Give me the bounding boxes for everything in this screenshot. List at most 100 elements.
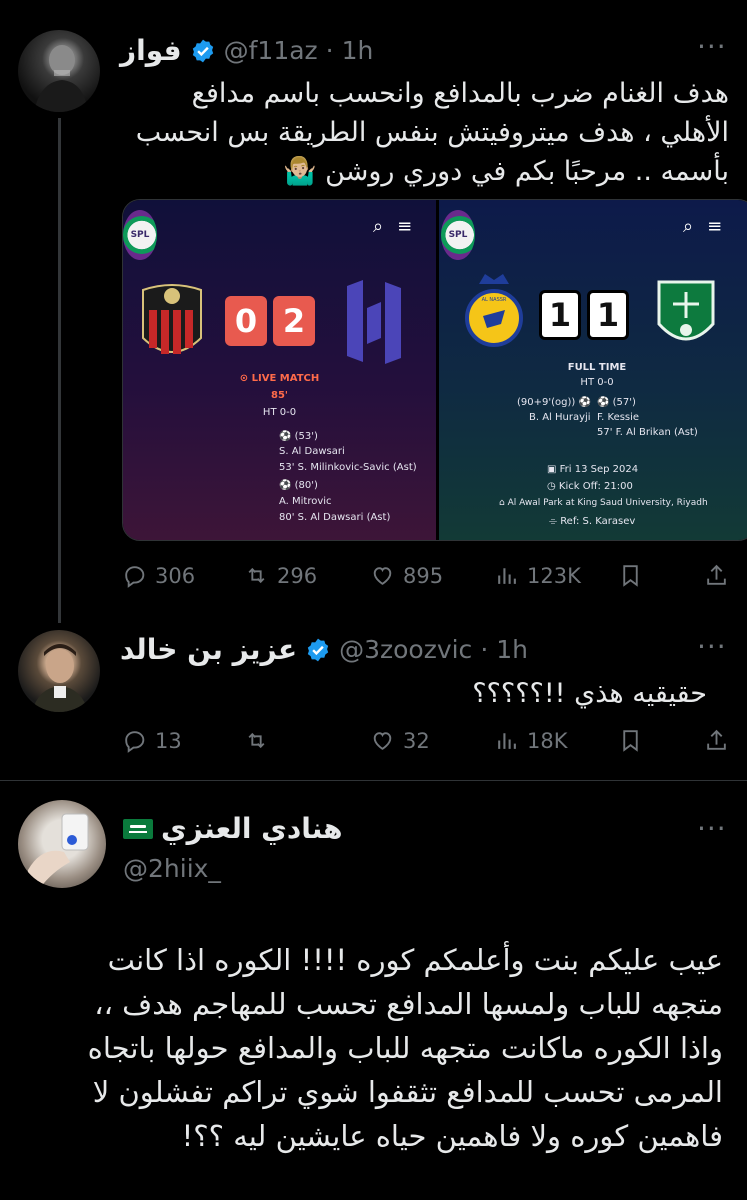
heart-icon [373, 732, 392, 750]
referee-text: Ref: S. Karasev [560, 516, 636, 527]
share-button[interactable] [704, 728, 729, 753]
tweet1-text-line: بأسمه .. مرحبًا بكم في دوري روشن 🤷🏼‍♂️ [282, 156, 729, 187]
tweet3-text-line: واذا الكوره ماكانت متجهه للباب والمدافع … [87, 1031, 723, 1065]
thread-line [58, 118, 61, 623]
menu-icon: ≡ [397, 216, 413, 237]
like-count: 895 [403, 563, 444, 588]
tweet1-text-line: هدف الغنام ضرب بالمدافع وانحسب باسم مداف… [191, 78, 729, 109]
date-text: Fri 13 Sep 2024 [559, 464, 639, 475]
goal-icon: ⚽ (53') [279, 431, 318, 442]
flag-emblem [130, 824, 146, 828]
like-button[interactable]: 32 [370, 728, 430, 753]
venue-text: Al Awal Park at King Saud University, Ri… [507, 498, 708, 508]
tweet1-text-line: الأهلي ، هدف ميتروفيتش بنفس الطريقة بس ا… [135, 117, 729, 148]
match-minute: 85' [271, 390, 288, 401]
tweet3-text-line: متجهه للباب ولمسها المدافع تحسب للمهاجم … [94, 987, 723, 1021]
tweet1-media[interactable]: SPL ⌕ ≡ 0 2 ⊙ LIVE MATCH 85' HT 0-0 ⚽ (53… [122, 199, 747, 541]
match-card-hilal: SPL ⌕ ≡ 0 2 ⊙ LIVE MATCH 85' HT 0-0 ⚽ (53… [123, 200, 439, 540]
display-name[interactable]: عزيز بن خالد [120, 633, 297, 666]
kickoff-time: ◷ Kick Off: 21:00 [547, 481, 633, 492]
like-count: 32 [403, 728, 430, 753]
tweet1-actions: 306 296 895 123K [0, 563, 747, 593]
views-button[interactable]: 18K [494, 728, 568, 753]
tweet2-actions: 13 32 18K [0, 728, 747, 758]
verified-badge-icon [307, 638, 329, 661]
tweet1-text: هدف الغنام ضرب بالمدافع وانحسب باسم مداف… [119, 74, 729, 191]
event-time: (53') [294, 431, 318, 442]
home-score: 1 [539, 290, 581, 340]
divider [0, 780, 747, 781]
retweet-icon [248, 732, 265, 749]
views-icon [498, 568, 516, 584]
event-scorer: S. Al Dawsari [279, 446, 345, 457]
stadium-icon: ⌂ [499, 498, 505, 508]
timestamp[interactable]: · 1h [480, 635, 528, 664]
reply-count: 306 [155, 563, 196, 588]
timestamp[interactable]: · 1h [326, 36, 374, 65]
more-options-icon[interactable]: ··· [697, 30, 727, 63]
share-icon [707, 729, 726, 750]
bookmark-button[interactable] [618, 728, 643, 753]
live-match-label: ⊙ LIVE MATCH [239, 373, 320, 384]
avatar-fawaz[interactable] [18, 30, 100, 112]
spl-logo-icon: SPL [441, 210, 475, 260]
like-button[interactable]: 895 [370, 563, 443, 588]
share-button[interactable] [704, 563, 729, 588]
kickoff-text: Kick Off: 21:00 [558, 481, 633, 492]
home-event-scorer: B. Al Hurayji [529, 412, 591, 423]
halftime-score: HT 0-0 [580, 377, 614, 388]
tweet3-name-row: هنادي العنزي [123, 812, 343, 845]
own-goal-icon: ⚽ [578, 397, 591, 408]
event-scorer: A. Mitrovic [279, 496, 332, 507]
retweet-button[interactable]: 296 [244, 563, 317, 588]
away-event-assist: 57' F. Al Brikan (Ast) [597, 427, 698, 438]
card-toolbar: ⌕ ≡ [373, 216, 412, 237]
al-ahli-crest-icon [657, 280, 715, 341]
goal-icon: ⚽ (80') [279, 480, 318, 491]
heart-icon [373, 567, 392, 585]
bookmark-button[interactable] [618, 563, 643, 588]
tweet3-text-line: فاهمين كوره ولا فاهمين حياه عايشين ليه ؟… [181, 1119, 723, 1153]
handle[interactable]: @f11az [224, 36, 318, 65]
retweet-count: 296 [277, 563, 318, 588]
views-icon [498, 733, 516, 749]
event-assist: 80' S. Al Dawsari (Ast) [279, 512, 391, 523]
event-assist: 53' S. Milinkovic-Savic (Ast) [279, 462, 417, 473]
avatar-hanadi[interactable] [18, 800, 106, 888]
away-score: 1 [587, 290, 629, 340]
handle[interactable]: @2hiix_ [123, 854, 221, 883]
retweet-button[interactable] [244, 728, 269, 753]
clock-icon: ◷ [547, 481, 556, 492]
flag-sword [129, 830, 147, 833]
more-options-icon[interactable]: ··· [697, 630, 727, 663]
bookmark-icon [623, 730, 638, 752]
halftime-score: HT 0-0 [262, 407, 297, 418]
handle[interactable]: @3zoozvic [339, 635, 472, 664]
tweet2-text: حقيقيه هذي !!؟؟؟؟؟ [472, 678, 707, 709]
views-count: 123K [527, 563, 581, 588]
display-name[interactable]: فواز [120, 34, 182, 67]
menu-icon: ≡ [707, 216, 723, 237]
reply-icon [125, 731, 145, 753]
live-match-text: LIVE MATCH [251, 373, 320, 384]
more-options-icon[interactable]: ··· [697, 812, 727, 845]
tweet3-text-line: المرمى تحسب للمدافع تثقفوا شوي تراكم تفش… [92, 1075, 723, 1109]
tweet3-text-line: عيب عليكم بنت وأعلمكم كوره !!!! الكوره ا… [107, 943, 723, 977]
away-event-time: ⚽ (57') [597, 397, 636, 408]
al-hilal-crest-icon [347, 280, 401, 364]
views-count: 18K [527, 728, 568, 753]
al-nassr-crest-icon: AL NASSR [465, 274, 523, 347]
avatar-aziz[interactable] [18, 630, 100, 712]
reply-button[interactable]: 13 [122, 728, 182, 753]
reply-button[interactable]: 306 [122, 563, 195, 588]
referee: ⌯ Ref: S. Karasev [549, 516, 635, 527]
retweet-icon [248, 567, 265, 584]
tweet1-name-row: فواز @f11az · 1h [120, 34, 373, 67]
saudi-flag-icon [123, 818, 153, 839]
away-score: 2 [273, 296, 315, 346]
search-icon: ⌕ [683, 216, 694, 237]
match-date: ▣ Fri 13 Sep 2024 [547, 464, 638, 475]
display-name[interactable]: هنادي العنزي [161, 812, 343, 845]
views-button[interactable]: 123K [494, 563, 581, 588]
verified-badge-icon [192, 39, 213, 62]
